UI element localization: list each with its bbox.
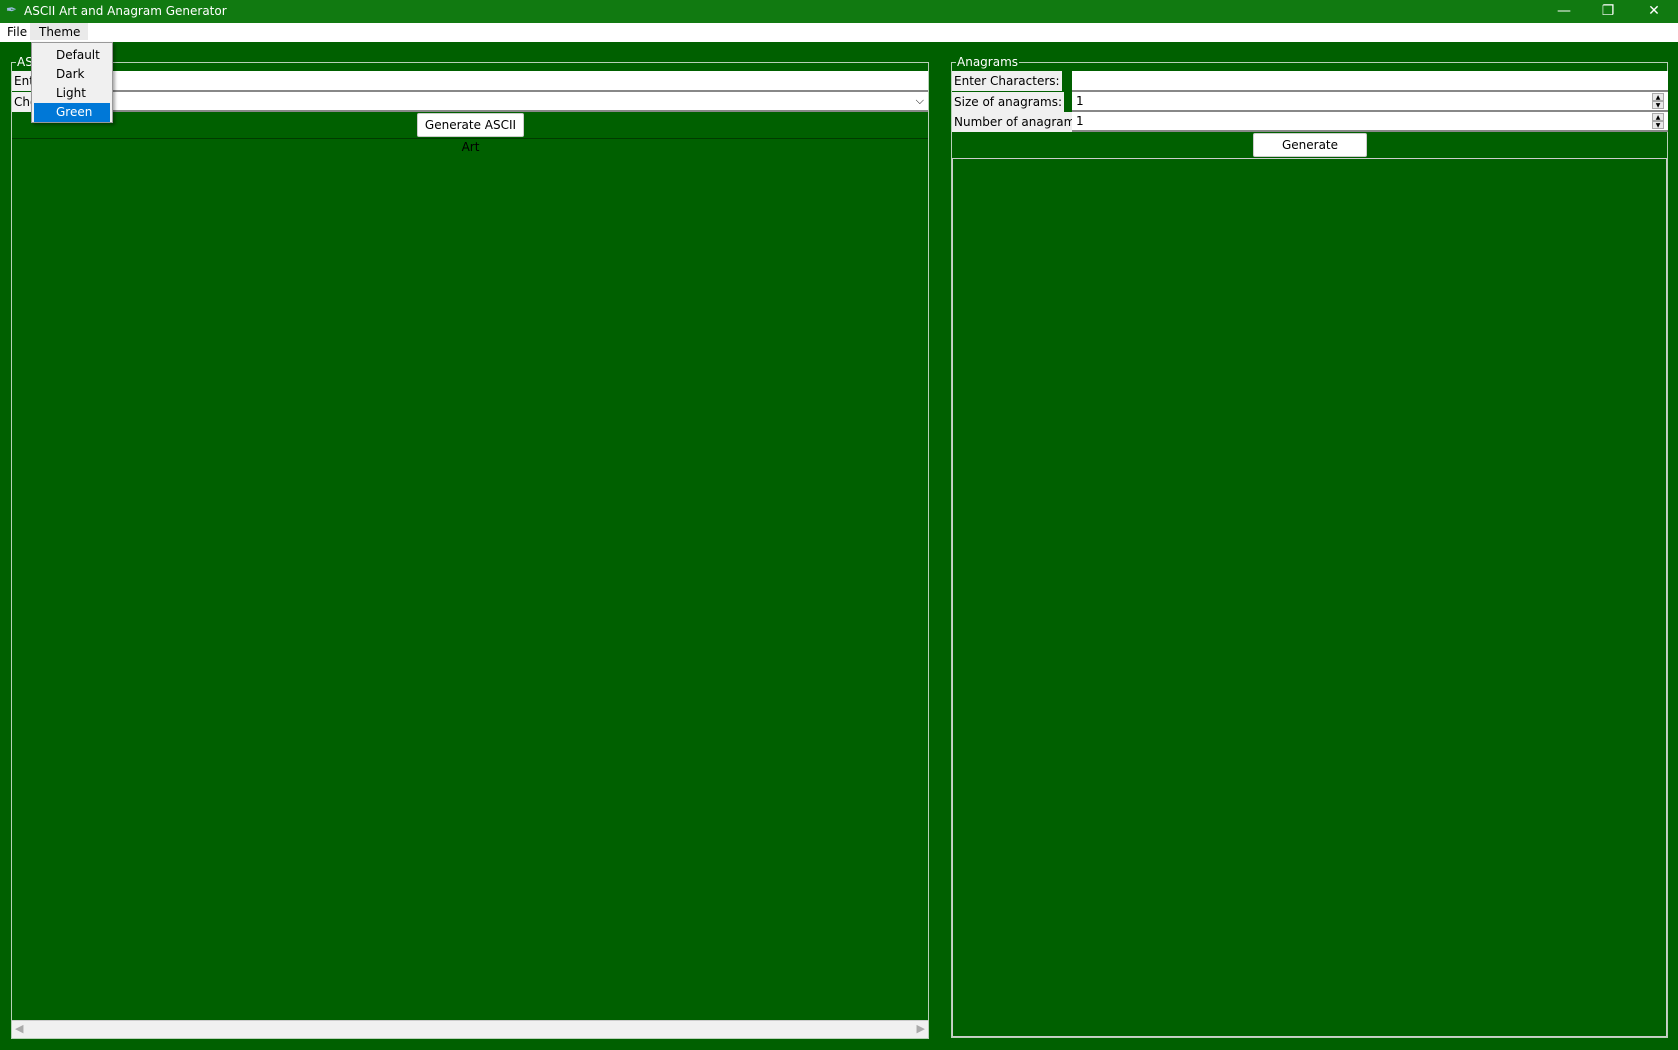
theme-light[interactable]: Light — [34, 84, 110, 103]
restore-button[interactable]: ❐ — [1586, 0, 1630, 23]
menu-bar: File Theme — [0, 23, 1678, 42]
number-spinbox[interactable]: 1 ▲ ▼ — [1072, 112, 1668, 132]
size-value: 1 — [1076, 94, 1084, 108]
close-button[interactable]: ✕ — [1632, 0, 1676, 23]
menu-theme[interactable]: Theme — [30, 23, 89, 40]
number-value: 1 — [1076, 114, 1084, 128]
number-label: Number of anagrams: — [952, 112, 1088, 132]
font-combobox[interactable]: ⌵ — [42, 92, 928, 112]
size-label: Size of anagrams: — [952, 92, 1065, 112]
characters-input[interactable] — [1072, 71, 1668, 92]
anagrams-output-area[interactable] — [952, 158, 1667, 1037]
theme-dropdown-menu: Default Dark Light Green — [31, 42, 113, 123]
spin-down-icon[interactable]: ▼ — [1652, 121, 1664, 129]
minimize-button[interactable]: — — [1542, 0, 1586, 23]
spin-down-icon[interactable]: ▼ — [1652, 101, 1664, 109]
horizontal-scrollbar[interactable]: ◀ ▶ — [12, 1020, 928, 1038]
chevron-down-icon: ⌵ — [915, 94, 924, 107]
scroll-left-icon[interactable]: ◀ — [15, 1022, 23, 1035]
theme-dark[interactable]: Dark — [34, 65, 110, 84]
generate-anagrams-button[interactable]: Generate Anagrams — [1253, 133, 1367, 174]
scroll-right-icon[interactable]: ▶ — [917, 1022, 925, 1035]
spin-up-icon[interactable]: ▲ — [1652, 93, 1664, 101]
ascii-art-frame: ASCII Art Ent Cho ⌵ Generate ASCII Art ◀… — [11, 55, 929, 1039]
ascii-text-input[interactable] — [42, 71, 928, 92]
menu-file[interactable]: File — [7, 25, 27, 39]
enter-characters-label: Enter Characters: — [952, 71, 1062, 91]
ascii-output-area[interactable] — [12, 139, 928, 1020]
window-title: ASCII Art and Anagram Generator — [24, 4, 227, 18]
title-bar: ✒ ASCII Art and Anagram Generator — ❐ ✕ — [0, 0, 1678, 23]
size-spinbox[interactable]: 1 ▲ ▼ — [1072, 92, 1668, 112]
anagrams-legend: Anagrams — [956, 55, 1020, 69]
theme-green[interactable]: Green — [34, 103, 110, 122]
theme-default[interactable]: Default — [34, 46, 110, 65]
generate-ascii-button[interactable]: Generate ASCII Art — [417, 113, 524, 154]
anagrams-frame: Anagrams Enter Characters: Size of anagr… — [951, 55, 1668, 1038]
feather-icon: ✒ — [6, 3, 17, 18]
spin-up-icon[interactable]: ▲ — [1652, 113, 1664, 121]
